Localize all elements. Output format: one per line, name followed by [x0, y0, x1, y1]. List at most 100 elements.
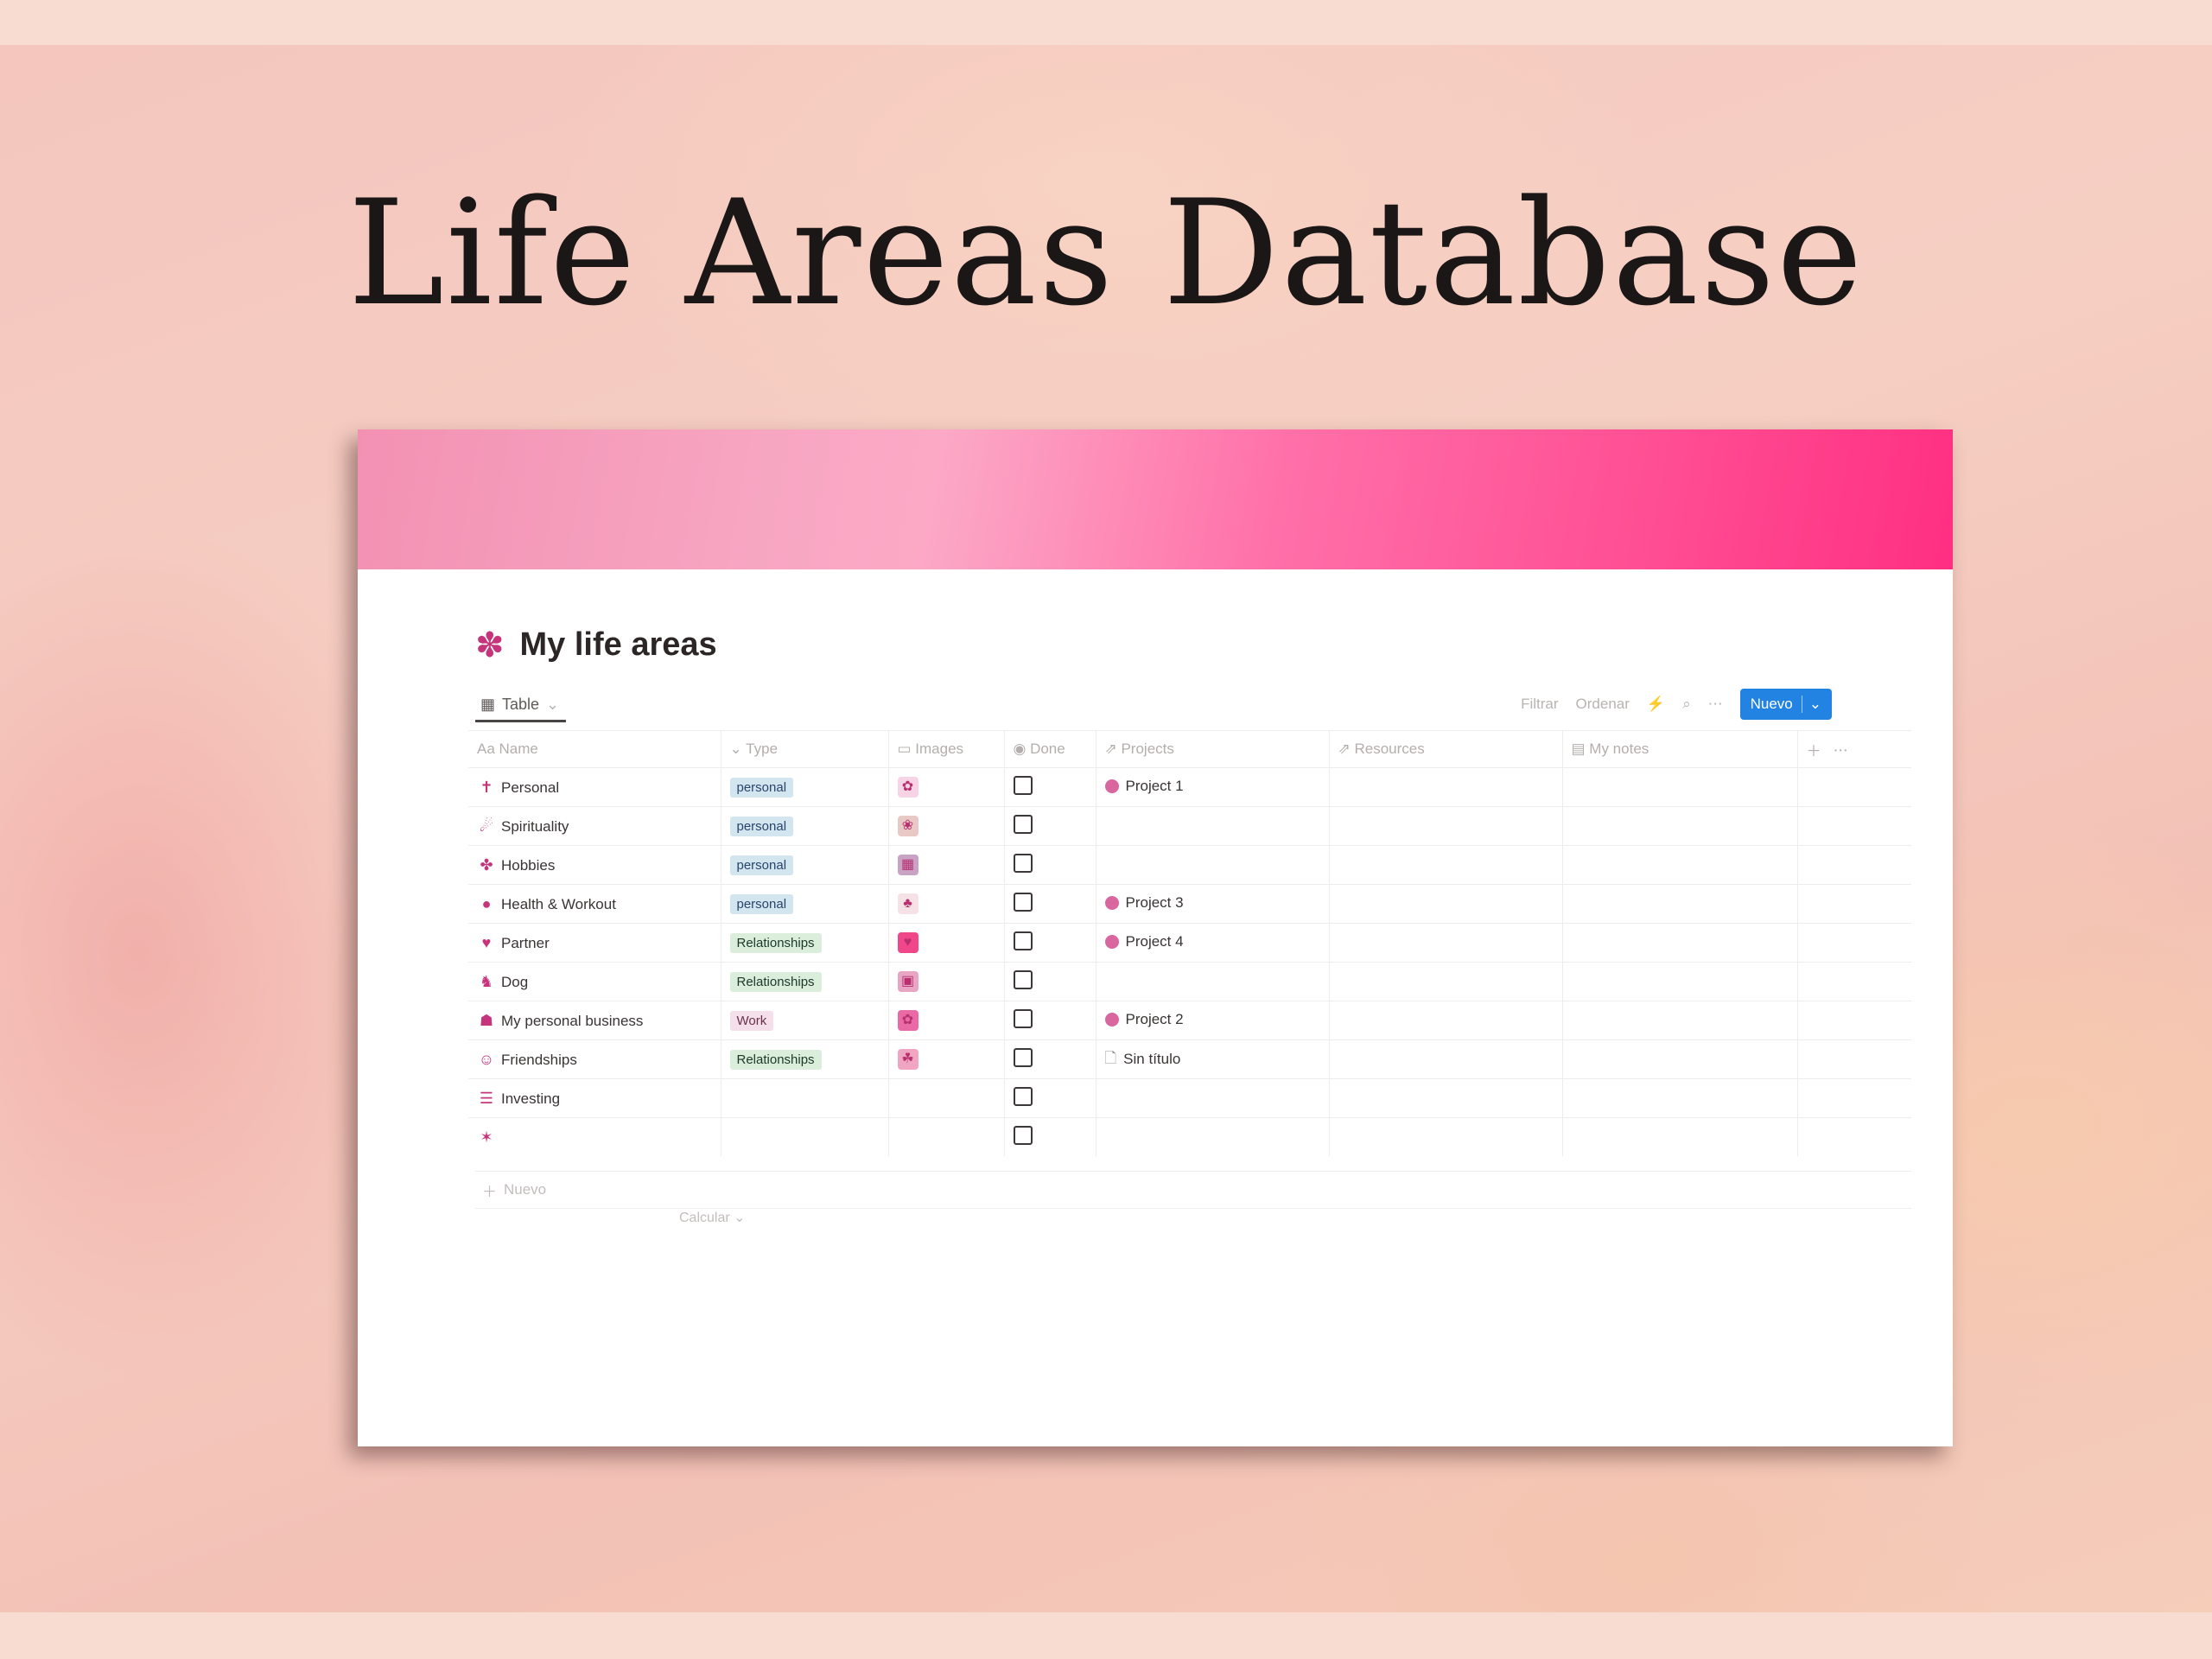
cell-name[interactable]: ♞ Dog — [468, 962, 721, 1001]
cell-done[interactable] — [1004, 1039, 1096, 1079]
cell-resources[interactable] — [1329, 1078, 1563, 1118]
image-thumbnail[interactable]: ♣ — [897, 893, 918, 914]
cell-name[interactable]: ♥ Partner — [468, 923, 721, 963]
cell-projects[interactable] — [1096, 1117, 1330, 1156]
cell-name[interactable]: ☰ Investing — [468, 1078, 721, 1118]
cell-done[interactable] — [1004, 845, 1096, 885]
cell-type[interactable]: personal — [721, 806, 889, 846]
cell-done[interactable] — [1004, 1117, 1096, 1156]
image-thumbnail[interactable]: ☘ — [897, 1049, 918, 1070]
cell-notes[interactable] — [1562, 1039, 1798, 1079]
new-button[interactable]: Nuevo ⌄ — [1739, 689, 1832, 720]
chevron-down-icon[interactable]: ⌄ — [1801, 696, 1821, 713]
done-checkbox[interactable] — [1013, 892, 1033, 912]
cell-projects[interactable]: Project 2 — [1096, 1001, 1330, 1040]
cell-type[interactable]: Work — [721, 1001, 889, 1040]
add-row-button[interactable]: ＋ Nuevo — [475, 1171, 1911, 1209]
cell-notes[interactable] — [1562, 845, 1798, 885]
cell-images[interactable]: ❀ — [888, 806, 1005, 846]
cell-done[interactable] — [1004, 1078, 1096, 1118]
cell-notes[interactable] — [1562, 962, 1798, 1001]
image-thumbnail[interactable]: ▦ — [897, 855, 918, 875]
done-checkbox[interactable] — [1013, 1047, 1033, 1067]
cell-name[interactable]: ☗ My personal business — [468, 1001, 721, 1040]
cell-type[interactable]: Relationships — [721, 923, 889, 963]
cell-done[interactable] — [1004, 884, 1096, 924]
cell-projects[interactable]: Project 1 — [1096, 767, 1330, 807]
cell-images[interactable] — [888, 1078, 1005, 1118]
image-thumbnail[interactable]: ❀ — [897, 816, 918, 836]
done-checkbox[interactable] — [1013, 931, 1033, 950]
cell-images[interactable]: ☘ — [888, 1039, 1005, 1079]
cell-done[interactable] — [1004, 767, 1096, 807]
table-row[interactable]: ♞ Dog Relationships ▣ — [468, 962, 1911, 1001]
cell-resources[interactable] — [1329, 845, 1563, 885]
cell-resources[interactable] — [1329, 806, 1563, 846]
cell-images[interactable]: ♣ — [888, 884, 1005, 924]
column-header-projects[interactable]: ⇗ Projects — [1096, 730, 1330, 768]
done-checkbox[interactable] — [1013, 1125, 1033, 1145]
cell-notes[interactable] — [1562, 806, 1798, 846]
cell-projects[interactable] — [1096, 1078, 1330, 1118]
cell-notes[interactable] — [1562, 1001, 1798, 1040]
cell-images[interactable] — [888, 1117, 1005, 1156]
column-header-images[interactable]: ▭ Images — [888, 730, 1005, 768]
cell-done[interactable] — [1004, 1001, 1096, 1040]
column-header-done[interactable]: ◉ Done — [1004, 730, 1096, 768]
cell-notes[interactable] — [1562, 1117, 1798, 1156]
table-row[interactable]: ☰ Investing — [468, 1078, 1911, 1118]
cell-resources[interactable] — [1329, 1001, 1563, 1040]
cell-projects[interactable]: Project 4 — [1096, 923, 1330, 963]
flower-icon[interactable]: ✽ — [475, 628, 505, 663]
done-checkbox[interactable] — [1013, 1008, 1033, 1028]
column-header-resources[interactable]: ⇗ Resources — [1329, 730, 1563, 768]
cell-type[interactable]: personal — [721, 845, 889, 885]
table-row[interactable]: ☗ My personal business Work ✿ Project 2 — [468, 1001, 1911, 1040]
cell-type[interactable] — [721, 1078, 889, 1118]
done-checkbox[interactable] — [1013, 853, 1033, 873]
cell-resources[interactable] — [1329, 884, 1563, 924]
image-thumbnail[interactable]: ✿ — [897, 1010, 918, 1031]
column-header-type[interactable]: ⌄ Type — [721, 730, 889, 768]
project-link[interactable]: Project 3 — [1104, 894, 1184, 912]
filter-button[interactable]: Filtrar — [1521, 696, 1558, 713]
cell-type[interactable]: Relationships — [721, 962, 889, 1001]
cell-projects[interactable]: Project 3 — [1096, 884, 1330, 924]
cell-type[interactable] — [721, 1117, 889, 1156]
cell-resources[interactable] — [1329, 1117, 1563, 1156]
project-link[interactable]: Project 4 — [1104, 933, 1184, 950]
lightning-icon[interactable]: ⚡ — [1647, 696, 1665, 713]
image-thumbnail[interactable]: ♥ — [897, 932, 918, 953]
sort-button[interactable]: Ordenar — [1576, 696, 1630, 713]
cell-images[interactable]: ▦ — [888, 845, 1005, 885]
cell-name[interactable]: ✝ Personal — [468, 767, 721, 807]
table-row[interactable]: ☺ Friendships Relationships ☘ 🗋 Sin título — [468, 1039, 1911, 1079]
project-link[interactable]: Project 1 — [1104, 778, 1184, 795]
cell-notes[interactable] — [1562, 923, 1798, 963]
search-icon[interactable]: ⌕ — [1682, 696, 1691, 713]
done-checkbox[interactable] — [1013, 1086, 1033, 1106]
cell-resources[interactable] — [1329, 923, 1563, 963]
cell-notes[interactable] — [1562, 767, 1798, 807]
done-checkbox[interactable] — [1013, 775, 1033, 795]
calculate-dropdown[interactable]: Calcular ⌄ — [679, 1209, 746, 1226]
table-row[interactable]: ● Health & Workout personal ♣ Project 3 — [468, 884, 1911, 924]
table-row[interactable]: ☄ Spirituality personal ❀ — [468, 806, 1911, 846]
cell-resources[interactable] — [1329, 1039, 1563, 1079]
column-header-name[interactable]: Aa Name — [468, 730, 721, 768]
cell-images[interactable]: ♥ — [888, 923, 1005, 963]
cell-notes[interactable] — [1562, 884, 1798, 924]
cell-type[interactable]: personal — [721, 767, 889, 807]
view-tab-table[interactable]: ▦ Table ⌄ — [475, 689, 567, 722]
cell-name[interactable]: ✶ — [468, 1117, 721, 1156]
cell-name[interactable]: ● Health & Workout — [468, 884, 721, 924]
cell-projects[interactable] — [1096, 806, 1330, 846]
cell-projects[interactable]: 🗋 Sin título — [1096, 1039, 1330, 1079]
cell-images[interactable]: ▣ — [888, 962, 1005, 1001]
cell-images[interactable]: ✿ — [888, 767, 1005, 807]
project-link[interactable]: 🗋 Sin título — [1105, 1047, 1181, 1072]
image-thumbnail[interactable]: ▣ — [897, 971, 918, 992]
cell-resources[interactable] — [1329, 962, 1563, 1001]
column-header-notes[interactable]: ▤ My notes — [1562, 730, 1798, 768]
cell-done[interactable] — [1004, 923, 1096, 963]
